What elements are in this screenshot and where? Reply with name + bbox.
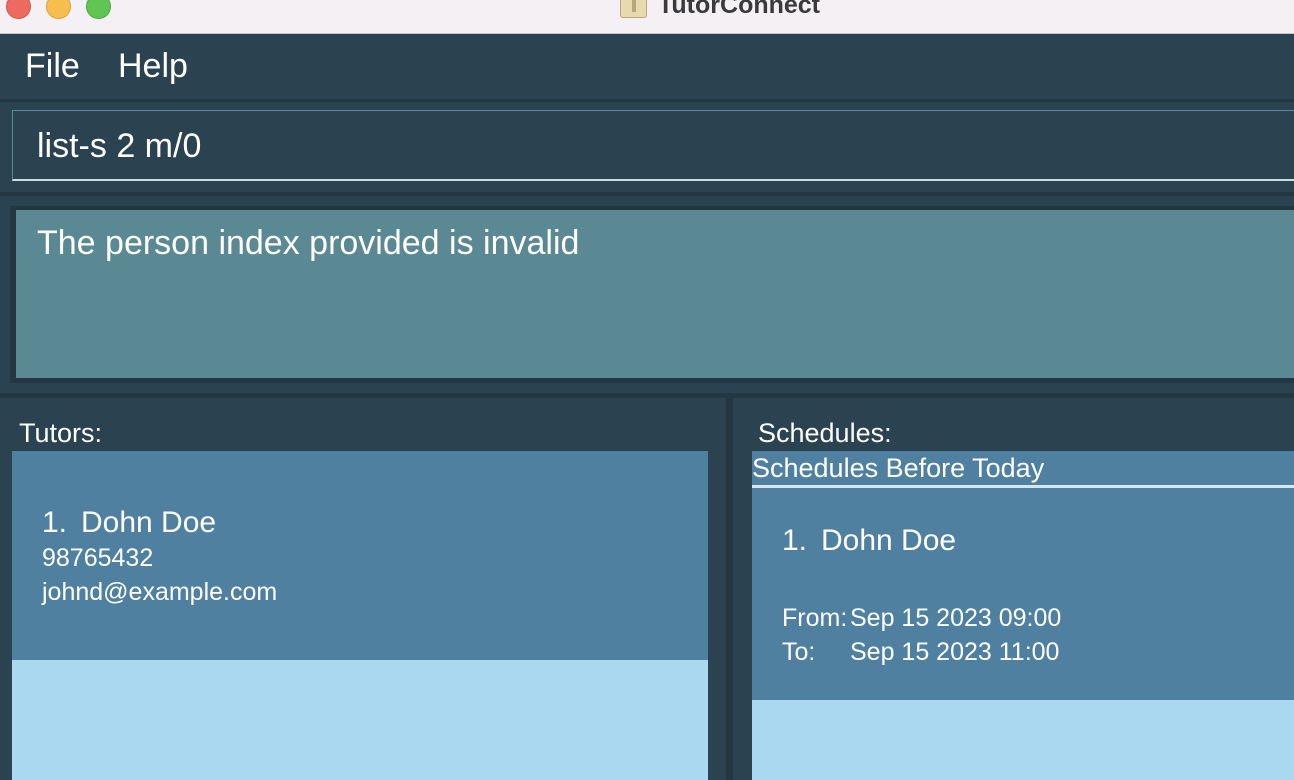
schedule-from-value: Sep 15 2023 09:00 [850, 604, 1062, 632]
window-title: TutorConnect [658, 0, 821, 19]
window-title-bar: TutorConnect [0, 0, 1294, 34]
tutor-index: 1. [42, 506, 68, 539]
tutors-panel-label: Tutors: [19, 418, 103, 448]
schedule-to-value: Sep 15 2023 11:00 [850, 638, 1060, 666]
schedules-panel-label: Schedules: [758, 418, 892, 448]
schedule-section-header-text: Schedules Before Today [752, 453, 1045, 483]
result-display[interactable]: The person index provided is invalid [16, 210, 1294, 378]
command-separator [0, 192, 1294, 196]
close-window-button[interactable] [6, 0, 31, 19]
panel-divider[interactable] [726, 398, 733, 780]
tutor-card[interactable]: 1. Dohn Doe 98765432 johnd@example.com [12, 451, 708, 660]
menu-help[interactable]: Help [118, 47, 188, 86]
result-separator [0, 393, 1294, 398]
schedule-index: 1. [782, 524, 808, 557]
schedule-section-header: Schedules Before Today [752, 451, 1294, 488]
command-input-text: list-s 2 m/0 [37, 127, 202, 165]
app-icon [620, 0, 647, 18]
menu-bar: File Help [0, 35, 1294, 99]
schedule-to-label: To: [782, 638, 816, 666]
tutor-name: Dohn Doe [81, 506, 217, 539]
tutor-phone: 98765432 [42, 544, 154, 572]
menu-file[interactable]: File [25, 47, 80, 86]
minimize-window-button[interactable] [46, 0, 71, 19]
schedule-tutor-name: Dohn Doe [821, 524, 957, 557]
result-message: The person index provided is invalid [37, 224, 580, 262]
schedule-card[interactable]: 1. Dohn Doe From: Sep 15 2023 09:00 To: … [752, 488, 1294, 700]
menu-separator [0, 99, 1294, 102]
schedule-from-label: From: [782, 604, 848, 632]
maximize-window-button[interactable] [86, 0, 111, 19]
tutor-email: johnd@example.com [42, 578, 278, 606]
command-input[interactable]: list-s 2 m/0 [12, 110, 1294, 181]
